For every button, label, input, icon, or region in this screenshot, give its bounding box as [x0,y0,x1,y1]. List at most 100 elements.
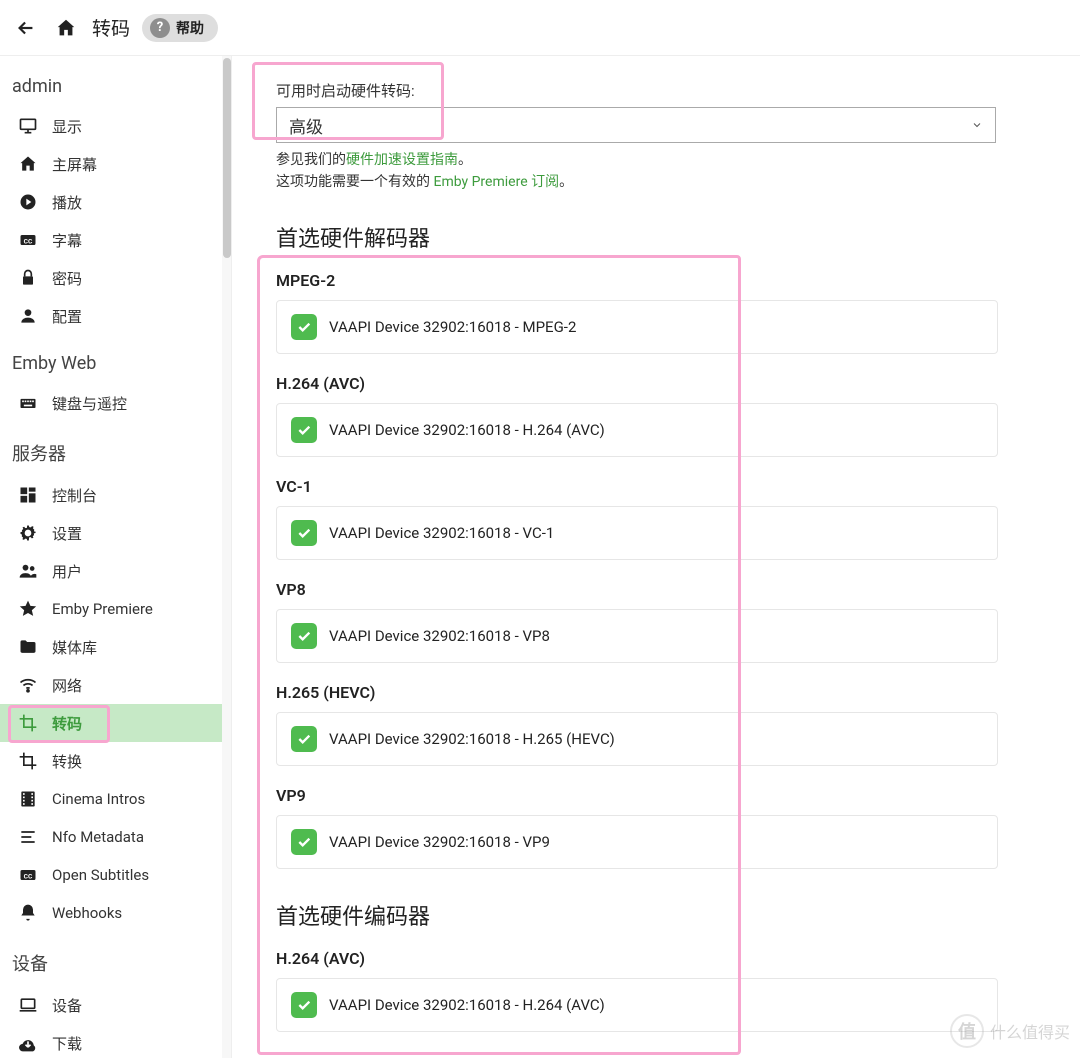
help-button[interactable]: ? 帮助 [142,14,218,42]
sidebar-item-label: Emby Premiere [52,600,153,618]
sidebar-item-label: Cinema Intros [52,790,145,808]
sidebar-item-设置[interactable]: 设置 [0,514,222,552]
sidebar-item-键盘与遥控[interactable]: 键盘与遥控 [0,384,222,422]
sidebar-item-播放[interactable]: 播放 [0,183,222,221]
sidebar-item-密码[interactable]: 密码 [0,259,222,297]
back-button[interactable] [6,8,46,48]
sidebar-item-Webhooks[interactable]: Webhooks [0,894,222,932]
bell-icon [18,903,52,923]
codec-name: MPEG-2 [276,271,1020,290]
sidebar-item-控制台[interactable]: 控制台 [0,476,222,514]
codec-device-label: VAAPI Device 32902:16018 - H.265 (HEVC) [329,730,615,748]
codec-device-label: VAAPI Device 32902:16018 - MPEG-2 [329,318,576,336]
check-icon [296,525,312,541]
codec-device-label: VAAPI Device 32902:16018 - H.264 (AVC) [329,421,605,439]
checkbox-checked[interactable] [291,314,317,340]
codec-device-label: VAAPI Device 32902:16018 - VP9 [329,833,550,851]
sidebar-item-label: 主屏幕 [52,154,97,175]
codec-device-row[interactable]: VAAPI Device 32902:16018 - VC-1 [276,506,998,560]
codec-block: H.264 (AVC)VAAPI Device 32902:16018 - H.… [276,374,1020,457]
codec-name: VP8 [276,580,1020,599]
sidebar-item-label: 下载 [52,1033,82,1054]
sidebar-item-Nfo Metadata[interactable]: Nfo Metadata [0,818,222,856]
sidebar-item-转码[interactable]: 转码 [0,704,222,742]
hw-transcode-select[interactable]: 高级 [276,107,996,143]
sidebar-item-媒体库[interactable]: 媒体库 [0,628,222,666]
crop-icon [18,751,52,771]
sidebar-item-用户[interactable]: 用户 [0,552,222,590]
codec-name: H.265 (HEVC) [276,683,1020,702]
sidebar-group-title: Emby Web [0,353,222,384]
hw-help-text: 参见我们的硬件加速设置指南。 [276,149,1020,169]
codec-device-row[interactable]: VAAPI Device 32902:16018 - H.264 (AVC) [276,978,998,1032]
sidebar-item-主屏幕[interactable]: 主屏幕 [0,145,222,183]
sidebar-item-label: 控制台 [52,485,97,506]
sidebar-item-label: 转码 [52,713,82,734]
people-icon [18,561,52,581]
sidebar-item-Cinema Intros[interactable]: Cinema Intros [0,780,222,818]
checkbox-checked[interactable] [291,726,317,752]
sidebar-item-设备[interactable]: 设备 [0,986,222,1024]
sidebar-item-网络[interactable]: 网络 [0,666,222,704]
sidebar-item-label: 配置 [52,306,82,327]
checkbox-checked[interactable] [291,623,317,649]
wifi-icon [18,675,52,695]
sidebar-item-转换[interactable]: 转换 [0,742,222,780]
codec-device-row[interactable]: VAAPI Device 32902:16018 - VP9 [276,815,998,869]
sidebar-item-label: 设置 [52,523,82,544]
checkbox-checked[interactable] [291,829,317,855]
codec-device-row[interactable]: VAAPI Device 32902:16018 - VP8 [276,609,998,663]
sidebar-item-Emby Premiere[interactable]: Emby Premiere [0,590,222,628]
check-icon [296,997,312,1013]
sidebar-item-label: 设备 [52,995,82,1016]
premiere-link[interactable]: Emby Premiere 订阅 [433,174,559,190]
sidebar-item-配置[interactable]: 配置 [0,297,222,335]
check-icon [296,834,312,850]
scrollbar-track[interactable] [222,56,232,1058]
home-button[interactable] [46,8,86,48]
codec-device-row[interactable]: VAAPI Device 32902:16018 - MPEG-2 [276,300,998,354]
check-icon [296,731,312,747]
decoders-heading: 首选硬件解码器 [276,221,1020,253]
notes-icon [18,827,52,847]
star-icon [18,599,52,619]
main-content: 可用时启动硬件转码: 高级 参见我们的硬件加速设置指南。 这项功能需要一个有效的… [232,56,1080,1058]
codec-block: VP9 VAAPI Device 32902:16018 - VP9 [276,786,1020,869]
codec-block: VC-1VAAPI Device 32902:16018 - VC-1 [276,477,1020,560]
check-icon [296,628,312,644]
sidebar-item-Open Subtitles[interactable]: CCOpen Subtitles [0,856,222,894]
checkbox-checked[interactable] [291,520,317,546]
sidebar-group-title: 服务器 [0,440,222,476]
codec-name: VP9 [276,786,1020,805]
home-icon [55,17,77,39]
svg-text:CC: CC [24,237,33,245]
sidebar-item-label: 网络 [52,675,82,696]
codec-device-row[interactable]: VAAPI Device 32902:16018 - H.264 (AVC) [276,403,998,457]
sidebar-item-显示[interactable]: 显示 [0,107,222,145]
sidebar-item-字幕[interactable]: CC字幕 [0,221,222,259]
sidebar-item-下载[interactable]: 下载 [0,1024,222,1058]
hw-transcode-label: 可用时启动硬件转码: [276,80,1020,101]
page-title: 转码 [92,14,130,41]
keyboard-icon [18,393,52,413]
download-icon [18,1033,52,1053]
scrollbar-thumb[interactable] [223,58,231,258]
codec-name: H.264 (AVC) [276,949,1020,968]
hw-transcode-value: 高级 [289,113,323,138]
checkbox-checked[interactable] [291,992,317,1018]
help-label: 帮助 [176,18,204,38]
checkbox-checked[interactable] [291,417,317,443]
sidebar-item-label: 显示 [52,116,82,137]
sidebar-item-label: Nfo Metadata [52,828,144,846]
codec-device-row[interactable]: VAAPI Device 32902:16018 - H.265 (HEVC) [276,712,998,766]
sidebar-item-label: 媒体库 [52,637,97,658]
sidebar-group-title: 设备 [0,950,222,986]
hw-guide-link[interactable]: 硬件加速设置指南 [346,152,458,168]
codec-block: H.265 (HEVC) VAAPI Device 32902:16018 - H… [276,683,1020,766]
sidebar-item-label: Webhooks [52,904,122,922]
codec-block: MPEG-2 VAAPI Device 32902:16018 - MPEG-2 [276,271,1020,354]
watermark-icon: 值 [950,1014,984,1048]
sidebar-item-label: Open Subtitles [52,866,149,884]
sidebar-item-label: 密码 [52,268,82,289]
home-icon [18,154,52,174]
